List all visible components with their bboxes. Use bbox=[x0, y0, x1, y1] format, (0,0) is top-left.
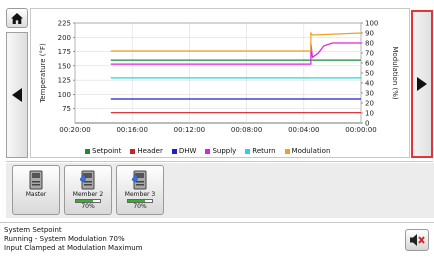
x-tick-label: 00:00:00 bbox=[345, 126, 376, 134]
boiler-running-icon bbox=[79, 170, 95, 190]
member-label: Master bbox=[25, 191, 47, 198]
y2-tick-label: 90 bbox=[365, 30, 374, 38]
y-tick-label: 175 bbox=[58, 48, 71, 56]
x-tick-label: 00:16:00 bbox=[116, 126, 147, 134]
legend-swatch bbox=[245, 148, 251, 154]
y2-tick-label: 40 bbox=[365, 80, 374, 88]
y-tick-label: 150 bbox=[58, 62, 71, 70]
speaker-mute-icon bbox=[410, 234, 425, 246]
app-screen: 00:20:00 00:16:00 00:12:00 00:08:00 00:04:00… bbox=[0, 0, 434, 263]
y2-tick-label: 10 bbox=[365, 110, 374, 118]
legend-label: Setpoint bbox=[92, 147, 122, 155]
legend-item-return: Return bbox=[245, 147, 276, 155]
triangle-left-icon bbox=[12, 88, 22, 102]
chart-svg: 00:20:00 00:16:00 00:12:00 00:08:00 00:04:00… bbox=[39, 20, 399, 135]
y2-tick-label: 30 bbox=[365, 90, 374, 98]
y-tick-label: 100 bbox=[58, 91, 71, 99]
mute-alarm-button[interactable] bbox=[405, 229, 429, 251]
legend-swatch bbox=[205, 148, 211, 154]
modulation-bar-fill bbox=[128, 200, 145, 202]
modulation-bar-fill bbox=[76, 200, 93, 202]
member-button-member-2[interactable]: Member 2 70% bbox=[64, 165, 112, 215]
x-tick-label: 00:20:00 bbox=[59, 126, 90, 134]
boiler-running-icon bbox=[131, 170, 147, 190]
x-tick-label: 00:04:00 bbox=[288, 126, 319, 134]
y-axis-label: Temperature (°F) bbox=[39, 43, 47, 104]
plot-area bbox=[74, 22, 362, 124]
legend-item-dhw: DHW bbox=[171, 147, 197, 155]
trend-chart: 00:20:00 00:16:00 00:12:00 00:08:00 00:04:00… bbox=[30, 8, 410, 158]
next-page-button[interactable] bbox=[411, 10, 433, 158]
y2-tick-label: 100 bbox=[365, 20, 378, 28]
member-label: Member 2 bbox=[72, 191, 104, 198]
modulation-percent: 70% bbox=[133, 203, 147, 210]
legend-label: Return bbox=[252, 147, 276, 155]
y2-tick-label: 60 bbox=[365, 60, 374, 68]
legend-label: Supply bbox=[212, 147, 237, 155]
legend-label: Modulation bbox=[291, 147, 331, 155]
x-tick-label: 00:08:00 bbox=[231, 126, 262, 134]
legend-label: DHW bbox=[178, 147, 197, 155]
y2-tick-label: 0 bbox=[365, 120, 369, 128]
legend-swatch bbox=[171, 148, 177, 154]
y-tick-label: 75 bbox=[62, 105, 71, 113]
legend-swatch bbox=[284, 148, 290, 154]
status-panel: System Setpoint Running - System Modulat… bbox=[0, 222, 434, 263]
y-tick-label: 225 bbox=[58, 20, 71, 28]
status-line-mode: System Setpoint bbox=[4, 226, 62, 234]
member-panel: Master Member 2 70% Member 3 70% bbox=[6, 163, 434, 218]
boiler-icon bbox=[29, 170, 43, 190]
member-button-master[interactable]: Master bbox=[12, 165, 60, 215]
y2-tick-label: 80 bbox=[365, 40, 374, 48]
modulation-bar bbox=[75, 199, 101, 203]
legend-swatch bbox=[85, 148, 90, 154]
legend-item-modulation: Modulation bbox=[284, 147, 331, 155]
x-tick-label: 00:12:00 bbox=[174, 126, 205, 134]
y2-tick-label: 70 bbox=[365, 50, 374, 58]
status-line-running: Running - System Modulation 70% bbox=[4, 235, 125, 243]
home-icon bbox=[11, 12, 23, 24]
member-button-member-3[interactable]: Member 3 70% bbox=[116, 165, 164, 215]
modulation-bar bbox=[127, 199, 153, 203]
modulation-percent: 70% bbox=[81, 203, 95, 210]
status-line-clamp: Input Clamped at Modulation Maximum bbox=[4, 244, 143, 252]
member-label: Member 3 bbox=[124, 191, 156, 198]
legend-swatch bbox=[130, 148, 136, 154]
triangle-right-icon bbox=[417, 77, 427, 91]
legend-item-supply: Supply bbox=[205, 147, 236, 155]
section-divider bbox=[6, 161, 433, 162]
y-tick-label: 125 bbox=[58, 77, 71, 85]
legend-label: Header bbox=[137, 147, 163, 155]
legend-item-setpoint: Setpoint bbox=[85, 147, 121, 155]
y2-tick-label: 50 bbox=[365, 70, 374, 78]
home-button[interactable] bbox=[6, 8, 28, 28]
previous-page-button[interactable] bbox=[6, 32, 28, 158]
chart-legend: Setpoint Header DHW Supply Return Modulation bbox=[85, 146, 405, 156]
y2-axis-label: Modulation (%) bbox=[391, 46, 399, 99]
legend-item-header: Header bbox=[130, 147, 163, 155]
y-tick-label: 200 bbox=[58, 34, 71, 42]
y2-tick-label: 20 bbox=[365, 100, 374, 108]
